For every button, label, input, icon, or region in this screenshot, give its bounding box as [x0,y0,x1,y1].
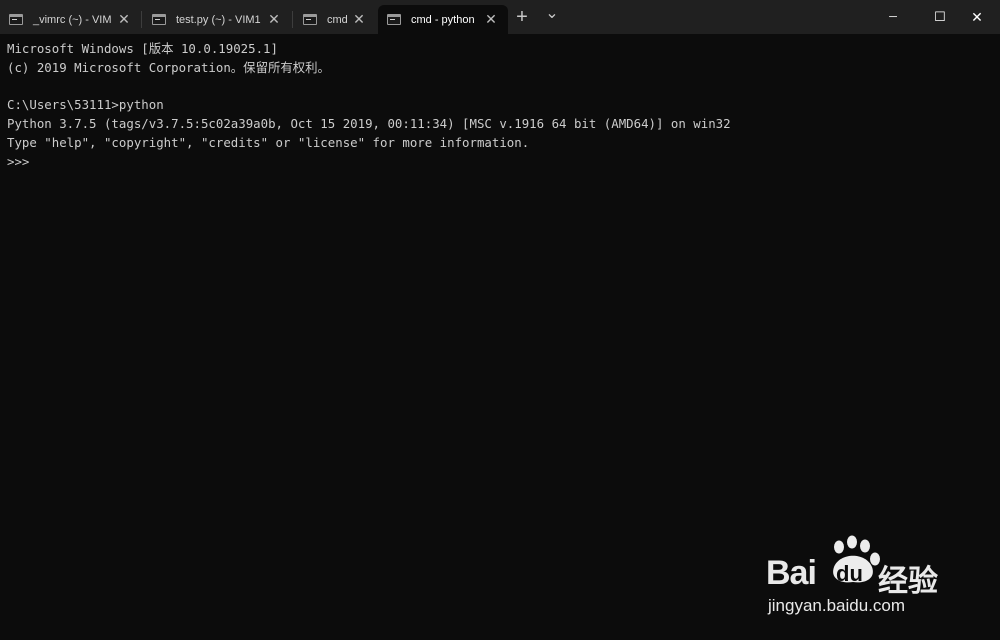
close-window-button[interactable]: ✕ [954,0,1000,34]
tab-divider [292,11,293,28]
terminal-icon [152,14,166,25]
tab-label: _vimrc (~) - VIM [33,13,112,26]
terminal-line: (c) 2019 Microsoft Corporation。保留所有权利。 [7,59,330,75]
tab-divider [141,11,142,28]
tab-vimrc[interactable]: _vimrc (~) - VIM ✕ [0,5,141,34]
baidu-jingyan-watermark: Bai du 经验 jingyan.baidu.com [766,534,956,622]
new-tab-button[interactable]: + [512,7,532,27]
close-icon[interactable]: ✕ [117,12,131,26]
tab-cmd-python[interactable]: cmd - python ✕ [378,5,508,34]
title-bar: _vimrc (~) - VIM ✕ test.py (~) - VIM1 ✕ … [0,0,1000,34]
close-icon[interactable]: ✕ [267,12,281,26]
terminal-line: >>> [7,153,30,169]
close-icon[interactable]: ✕ [484,12,498,26]
tab-label: cmd [327,13,348,26]
terminal-line: C:\Users\53111>python [7,97,164,113]
minimize-button[interactable]: ─ [870,0,916,34]
terminal-output[interactable]: Microsoft Windows [版本 10.0.19025.1] (c) 2… [7,40,731,172]
tab-test-py[interactable]: test.py (~) - VIM1 ✕ [143,5,291,34]
tab-label: test.py (~) - VIM1 [176,13,261,26]
terminal-icon [303,14,317,25]
chevron-down-icon[interactable]: ⌄ [542,6,562,22]
terminal-icon [9,14,23,25]
watermark-url: jingyan.baidu.com [768,596,906,615]
brand-bai: Bai [766,554,817,592]
terminal-line: Microsoft Windows [版本 10.0.19025.1] [7,41,278,56]
terminal-line: Type "help", "copyright", "credits" or "… [7,134,530,150]
brand-du: du [836,561,863,586]
close-icon[interactable]: ✕ [352,12,366,26]
brand-jingyan: 经验 [878,565,938,598]
terminal-icon [387,14,401,25]
terminal-line: Python 3.7.5 (tags/v3.7.5:5c02a39a0b, Oc… [7,116,731,132]
tab-cmd[interactable]: cmd ✕ [294,5,376,34]
tab-label: cmd - python [411,13,475,26]
